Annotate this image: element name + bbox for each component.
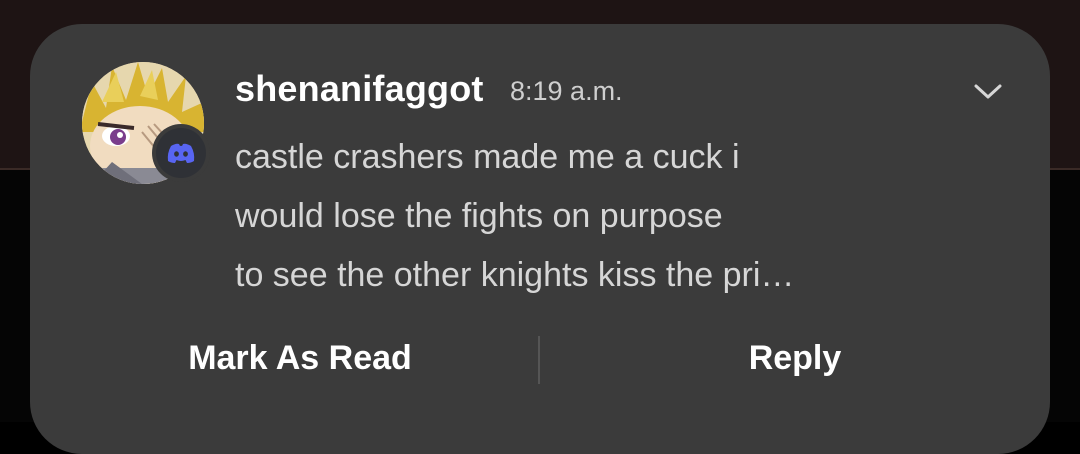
message-line: castle crashers made me a cuck i	[235, 138, 740, 176]
reply-button[interactable]: Reply	[630, 330, 960, 386]
message-line: to see the other knights kiss the pri…	[235, 256, 795, 294]
action-bar: Mark As Read Reply	[30, 330, 1050, 386]
chevron-down-icon[interactable]	[968, 74, 1008, 110]
message-line: would lose the fights on purpose	[235, 197, 723, 235]
action-divider	[538, 336, 540, 384]
sender-name: shenanifaggot	[235, 68, 484, 109]
notification-card[interactable]: shenanifaggot 8:19 a.m. castle crashers …	[30, 24, 1050, 454]
discord-icon	[156, 128, 206, 178]
timestamp: 8:19 a.m.	[510, 76, 623, 106]
mark-as-read-button[interactable]: Mark As Read	[130, 330, 470, 386]
message-body: castle crashers made me a cuck i would l…	[235, 128, 955, 305]
